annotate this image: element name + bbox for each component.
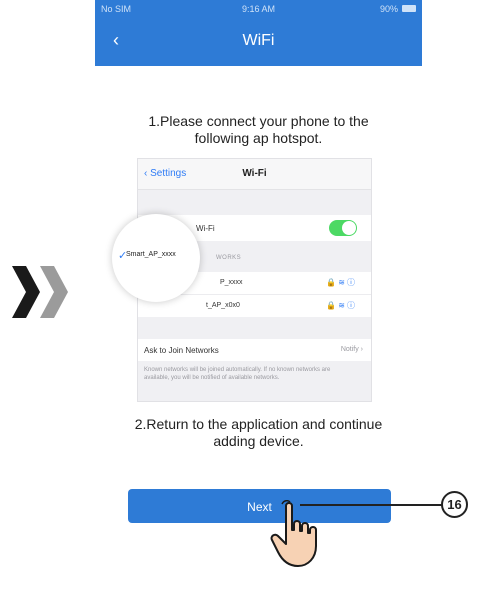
- battery-icon: [402, 5, 416, 12]
- status-bar: No SIM 9:16 AM 90%: [95, 0, 422, 18]
- ask-to-join-value: Notify ›: [340, 346, 363, 353]
- step2-instruction: 2.Return to the application and continue…: [95, 416, 422, 450]
- network-name: t_AP_x0x0: [206, 302, 240, 309]
- hand-pointer-icon: [270, 500, 317, 567]
- selected-network-name: Smart_AP_xxxx: [126, 251, 176, 258]
- magnifier-highlight: ✓ Smart_AP_xxxx: [112, 214, 200, 302]
- lock-icon: 🔒: [326, 278, 339, 287]
- wifi-signal-icon: ≋: [338, 278, 347, 287]
- info-icon: ⓘ: [347, 278, 357, 287]
- step1-line1: 1.Please connect your phone to the: [148, 113, 369, 129]
- ask-to-join-note: Known networks will be joined automatica…: [144, 367, 331, 381]
- step1-line2: following ap hotspot.: [194, 130, 323, 146]
- network-name: P_xxxx: [220, 279, 243, 286]
- ios-header: ‹ Settings Wi-Fi: [138, 159, 371, 190]
- ask-to-join-row: Ask to Join Networks Notify ›: [138, 339, 371, 361]
- info-icon: ⓘ: [347, 301, 357, 310]
- network-status-icons: 🔒≋ⓘ: [326, 300, 357, 311]
- lock-icon: 🔒: [326, 301, 339, 310]
- ask-to-join-label: Ask to Join Networks: [144, 346, 219, 355]
- nav-bar: ‹ WiFi: [95, 18, 422, 66]
- wifi-signal-icon: ≋: [338, 301, 347, 310]
- step2-line2: adding device.: [213, 433, 304, 449]
- network-status-icons: 🔒≋ⓘ: [326, 277, 357, 288]
- networks-header: WORKS: [216, 255, 242, 261]
- toggle-knob: [342, 221, 356, 235]
- light-chevron-icon: [40, 266, 68, 318]
- wifi-toggle: [329, 220, 357, 236]
- step2-line1: 2.Return to the application and continue: [134, 416, 383, 432]
- next-button[interactable]: Next: [128, 489, 391, 523]
- page-title: WiFi: [242, 32, 275, 49]
- callout-number: 16: [441, 491, 468, 518]
- battery-text: 90%: [379, 4, 398, 14]
- wifi-label: Wi-Fi: [196, 224, 215, 233]
- ask-to-join-note-area: Known networks will be joined automatica…: [138, 362, 371, 401]
- clock-text: 9:16 AM: [241, 4, 276, 14]
- ask-to-join-value-text: Notify: [340, 346, 359, 353]
- step1-instruction: 1.Please connect your phone to the follo…: [95, 113, 422, 147]
- ios-title: Wi-Fi: [242, 168, 267, 179]
